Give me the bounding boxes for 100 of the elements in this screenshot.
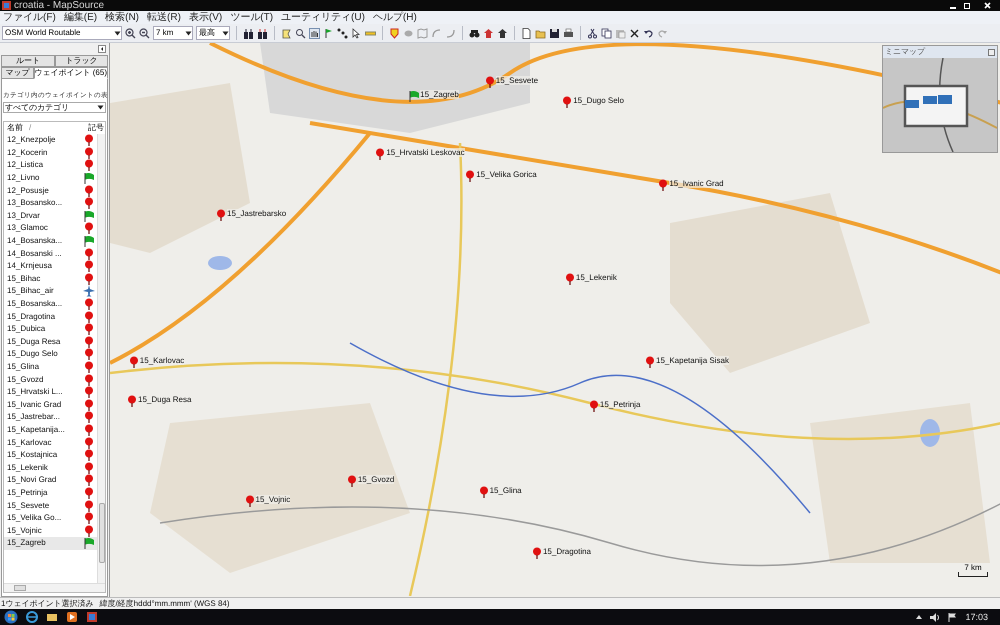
waypoint-row[interactable]: 14_Krnjeusa — [4, 260, 97, 273]
dropdown-arrow-icon — [97, 105, 104, 110]
waypoint-row[interactable]: 15_Duga Resa — [4, 336, 97, 348]
waypoint-row[interactable]: 15_Bihac_air — [4, 285, 97, 298]
column-header[interactable]: 名前 — [7, 123, 23, 133]
undo-icon[interactable] — [643, 28, 654, 38]
close-icon — [984, 2, 990, 9]
copy-icon[interactable] — [601, 28, 612, 38]
waypoint-row[interactable]: 15_Gvozd — [4, 373, 97, 386]
waypoint-row[interactable]: 14_Bosanska... — [4, 234, 97, 248]
flag-icon[interactable] — [948, 612, 958, 622]
waypoint-row[interactable]: 13_Glamoc — [4, 222, 97, 235]
waypoint-row[interactable]: 14_Bosanski ... — [4, 247, 97, 260]
column-header[interactable]: 記号 — [88, 123, 104, 133]
device-icon[interactable] — [257, 28, 268, 38]
waypoint-row[interactable]: 15_Velika Go... — [4, 512, 97, 524]
save-icon[interactable] — [549, 28, 560, 38]
waypoint-row[interactable]: 15_Ivanic Grad — [4, 398, 97, 412]
menu-item[interactable]: 転送(R) — [147, 12, 181, 24]
pin-icon — [83, 323, 95, 336]
waypoint-row[interactable]: 15_Kostajnica — [4, 448, 97, 462]
tab[interactable]: トラック — [54, 55, 108, 67]
pin-icon — [128, 356, 140, 368]
menu-item[interactable]: ヘルプ(H) — [372, 12, 417, 24]
binoculars-icon[interactable] — [469, 28, 480, 38]
dropdown[interactable]: 最高 — [196, 26, 230, 40]
category-dropdown[interactable]: すべてのカテゴリ — [3, 102, 106, 113]
horizontal-scrollbar[interactable] — [4, 583, 105, 592]
pointer-icon[interactable] — [351, 28, 362, 38]
pin-icon — [83, 512, 95, 524]
waypoint-row[interactable]: 15_Sesvete — [4, 499, 97, 512]
folder-icon[interactable] — [46, 611, 58, 623]
dropdown[interactable]: OSM World Routable — [2, 26, 122, 40]
menu-item[interactable]: ファイル(F) — [3, 12, 56, 24]
dropdown[interactable]: 7 km — [153, 26, 193, 40]
pin-icon — [244, 494, 256, 506]
pin-icon — [83, 222, 95, 234]
waypoint-row[interactable]: 13_Bosansko... — [4, 196, 97, 210]
media-player-icon[interactable] — [66, 611, 78, 623]
waypoint-row[interactable]: 15_Lekenik — [4, 461, 97, 474]
waypoint-row[interactable]: 15_Kapetanija... — [4, 424, 97, 436]
tab[interactable]: マップ — [1, 67, 34, 79]
waypoint-row[interactable]: 15_Dugo Selo — [4, 348, 97, 361]
cut-icon[interactable] — [587, 28, 598, 38]
start-button-icon[interactable] — [4, 610, 18, 624]
waypoint-name: 12_Listica — [7, 160, 44, 170]
tray-arrow-icon[interactable] — [916, 615, 922, 619]
flag-tool-icon[interactable] — [323, 28, 334, 38]
delete-icon[interactable] — [629, 28, 640, 38]
waypoint-label: 15_Hrvatski Leskovac — [386, 148, 465, 158]
waypoint-row[interactable]: 13_Drvar — [4, 210, 97, 222]
waypoint-name: 12_Knezpolje — [7, 135, 56, 146]
waypoint-row[interactable]: 15_Karlovac — [4, 436, 97, 449]
waypoint-row[interactable]: 15_Glina — [4, 360, 97, 374]
waypoint-row[interactable]: 15_Zagreb — [4, 537, 97, 550]
tab[interactable]: ウェイポイント (65) — [34, 67, 108, 79]
print-icon[interactable] — [563, 28, 574, 38]
pin-icon — [530, 547, 543, 560]
waypoint-row[interactable]: 15_Bosanska... — [4, 298, 97, 310]
pin-icon — [83, 462, 95, 474]
device-icon[interactable] — [243, 28, 254, 38]
waypoint-name: 15_Kostajnica — [7, 450, 58, 460]
pin-panel-icon[interactable] — [988, 48, 995, 56]
waypoint-row[interactable]: 12_Knezpolje — [4, 134, 97, 147]
zoom-tool-icon[interactable] — [295, 28, 306, 38]
menu-item[interactable]: 検索(N) — [105, 12, 140, 24]
waypoint-row[interactable]: 15_Petrinja — [4, 486, 97, 500]
menu-item[interactable]: ツール(T) — [230, 12, 274, 24]
waypoint-row[interactable]: 15_Dragotina — [4, 310, 97, 323]
browser-icon[interactable] — [26, 611, 38, 623]
waypoint-name: 15_Hrvatski L... — [7, 387, 64, 398]
waypoint-row[interactable]: 15_Bihac — [4, 272, 97, 286]
new-file-icon[interactable] — [521, 28, 532, 38]
zoom-in-icon[interactable] — [125, 28, 136, 38]
waypoint-row[interactable]: 12_Livno — [4, 172, 97, 184]
menu-item[interactable]: ユーティリティ(U) — [281, 12, 365, 24]
selection-icon[interactable] — [281, 28, 292, 38]
waypoint-row[interactable]: 12_Listica — [4, 159, 97, 172]
flag-icon — [83, 537, 95, 550]
route-tool-icon[interactable] — [337, 28, 348, 38]
waypoint-row[interactable]: 15_Dubica — [4, 322, 97, 336]
waypoint-row[interactable]: 15_Vojnic — [4, 524, 97, 537]
flag-icon — [83, 210, 95, 222]
zoom-out-icon[interactable] — [139, 28, 150, 38]
waypoint-row[interactable]: 15_Novi Grad — [4, 474, 97, 487]
waypoint-name: 13_Bosansko... — [7, 198, 64, 208]
pin-icon — [83, 336, 95, 348]
shield-icon[interactable] — [389, 28, 400, 38]
waypoint-row[interactable]: 12_Posusje — [4, 184, 97, 197]
waypoint-row[interactable]: 15_Hrvatski L... — [4, 386, 97, 398]
menu-item[interactable]: 編集(E) — [64, 12, 98, 24]
waypoint-row[interactable]: 12_Kocerin — [4, 146, 97, 160]
app-icon[interactable] — [86, 611, 98, 623]
tab[interactable]: ルート — [1, 55, 54, 67]
collapse-icon[interactable] — [98, 45, 106, 53]
waypoint-row[interactable]: 15_Jastrebar... — [4, 411, 97, 424]
menu-item[interactable]: 表示(V) — [188, 12, 222, 24]
scrollbar[interactable] — [97, 134, 105, 583]
waypoint-name: 15_Petrinja — [7, 488, 48, 498]
speaker-icon[interactable] — [930, 612, 940, 622]
